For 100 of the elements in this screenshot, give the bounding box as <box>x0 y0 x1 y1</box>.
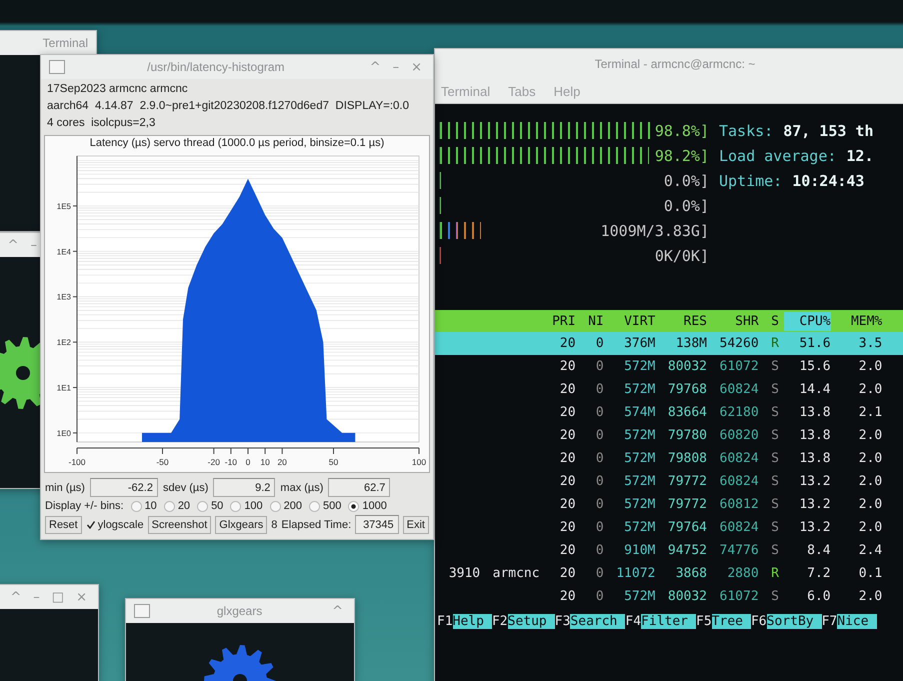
tick-label: 10 <box>260 457 270 467</box>
ylogscale-checkbox[interactable]: ylogscale <box>86 518 144 530</box>
table-cell-text: 2880 <box>726 566 759 581</box>
table-cell-text: 0 <box>594 497 604 512</box>
table-cell-text: R <box>770 336 779 351</box>
table-cell-text: 20 <box>558 520 576 535</box>
process-row[interactable]: 20 0 572M 79772 60824 S 13.2 2.0 <box>435 470 903 493</box>
table-cell-text: 60824 <box>718 451 759 466</box>
table-cell-text: 572M <box>623 451 656 466</box>
table-cell-text: 0 <box>594 405 604 420</box>
process-row[interactable]: 20 0 572M 79772 60812 S 13.2 2.0 <box>435 493 903 516</box>
column-header[interactable]: VIRT <box>608 312 656 330</box>
summary-label: Tasks: <box>719 122 774 140</box>
meter-value: 98.8%] <box>654 122 709 140</box>
table-cell-text: 2.0 <box>858 451 882 466</box>
process-row[interactable]: 20 0 572M 80032 61072 S 15.6 2.0 <box>435 355 903 378</box>
table-cell-text: 74776 <box>718 543 759 558</box>
exit-button[interactable]: Exit <box>402 516 429 534</box>
table-cell-text: S <box>770 520 779 535</box>
table-cell-text: S <box>770 359 779 374</box>
window-title: /usr/bin/latency-histogram <box>146 60 286 74</box>
tick-label: 1E3 <box>56 292 71 302</box>
tick-label: 1E0 <box>56 428 71 438</box>
table-cell-text: 60824 <box>718 382 759 397</box>
reset-button[interactable]: Reset <box>45 516 82 534</box>
bins-radio[interactable]: 20 <box>164 500 190 512</box>
chart-title: Latency (µs) servo thread (1000.0 µs period, binsize=0.1 µs) <box>90 136 384 150</box>
table-cell-text: 79808 <box>666 451 708 466</box>
table-cell-text: 20 <box>558 336 576 351</box>
process-row[interactable]: 20 0 572M 79768 60824 S 14.4 2.0 <box>435 378 903 401</box>
glxgears-button[interactable]: Glxgears <box>215 516 268 534</box>
table-cell-text: 0 <box>594 474 604 489</box>
table-cell-text: S <box>770 543 779 558</box>
table-cell-text: 3910 <box>448 566 480 581</box>
bins-radio[interactable]: 50 <box>197 500 224 512</box>
table-cell-text: 80032 <box>666 359 708 374</box>
meter-value: 0.0%] <box>664 196 709 214</box>
table-cell-text: 6.0 <box>806 589 831 604</box>
table-cell-text: 20 <box>558 566 576 581</box>
table-cell-text: 2.0 <box>858 428 882 443</box>
table-cell-text: 0 <box>594 336 604 351</box>
process-row[interactable]: 20 0 376M 138M 54260 R 51.6 3.5 <box>435 332 903 355</box>
column-header[interactable]: SHR <box>712 312 759 330</box>
table-cell-text: R <box>770 566 779 581</box>
summary-label: Load average: <box>719 146 836 164</box>
tick-label: 1E4 <box>56 247 71 256</box>
table-cell-text: 13.8 <box>798 405 831 420</box>
tick-label: 50 <box>328 457 338 467</box>
column-header[interactable]: RES <box>660 312 708 330</box>
process-row[interactable]: 20 0 572M 79808 60824 S 13.8 2.0 <box>435 447 903 470</box>
table-cell-text: 20 <box>558 405 576 420</box>
summary-label: Uptime: <box>719 172 782 190</box>
table-cell-text: 0 <box>594 428 604 443</box>
table-cell-text: 60820 <box>718 428 759 443</box>
table-cell-text: 20 <box>558 543 576 558</box>
table-cell-text: 572M <box>623 474 656 489</box>
table-cell-text: 2.4 <box>858 543 882 558</box>
bins-radio[interactable]: 10 <box>130 500 157 512</box>
table-cell-text: 0 <box>594 382 604 397</box>
table-cell-text: 2.0 <box>858 382 882 397</box>
tick-label: 20 <box>277 457 287 467</box>
bins-radio[interactable]: 200 <box>270 500 302 512</box>
table-cell-text: 2.0 <box>858 589 882 604</box>
table-cell-text: 13.8 <box>798 451 831 466</box>
table-cell-text: 94752 <box>666 543 708 558</box>
column-header[interactable]: NI <box>580 312 604 330</box>
process-row[interactable]: 3910 armcnc 20 0 11072 3868 2880 R 7.2 0.1 <box>435 562 903 585</box>
elapsed-label: Elapsed Time: <box>281 518 352 530</box>
bins-radio[interactable]: 1000 <box>348 500 387 512</box>
glxgears-count: 8 <box>271 518 278 530</box>
table-cell-text: 13.2 <box>798 497 831 512</box>
bins-radio[interactable]: 500 <box>309 500 342 512</box>
table-cell-text: 20 <box>558 382 576 397</box>
process-row[interactable]: 20 0 572M 79780 60820 S 13.8 2.0 <box>435 424 903 447</box>
process-row[interactable]: 20 0 572M 80032 61072 S 6.0 2.0 <box>435 585 903 608</box>
table-cell-text: 572M <box>623 382 656 397</box>
screenshot-button[interactable]: Screenshot <box>148 516 212 534</box>
column-header[interactable]: MEM% <box>835 312 882 330</box>
table-cell-text: 13.2 <box>798 474 831 489</box>
bins-radio[interactable]: 100 <box>230 500 263 512</box>
table-cell-text: 7.2 <box>806 566 831 581</box>
column-header[interactable]: S <box>763 312 779 330</box>
table-cell-text: 14.4 <box>798 382 831 397</box>
window-icon <box>134 604 150 618</box>
stat-field: 9.2 <box>213 478 276 497</box>
table-cell-text: 54260 <box>718 336 759 351</box>
table-cell-text: 15.6 <box>798 359 831 374</box>
table-cell-text: 79772 <box>666 497 708 512</box>
process-row[interactable]: 20 0 574M 83664 62180 S 13.8 2.1 <box>435 401 903 424</box>
tick-label: 0 <box>246 457 250 467</box>
tick-label: 1E2 <box>56 338 71 348</box>
process-row[interactable]: 20 0 910M 94752 74776 S 8.4 2.4 <box>435 539 903 562</box>
stat-label: min (µs) <box>45 482 85 494</box>
table-cell-text: 61072 <box>718 359 759 374</box>
stat-label: max (µs) <box>280 482 324 494</box>
column-header[interactable]: PRI <box>544 312 576 330</box>
column-header[interactable]: CPU% <box>784 312 831 330</box>
table-cell-text: 572M <box>623 589 656 604</box>
table-cell-text: 0.1 <box>858 566 882 581</box>
process-row[interactable]: 20 0 572M 79764 60824 S 13.2 2.0 <box>435 516 903 539</box>
